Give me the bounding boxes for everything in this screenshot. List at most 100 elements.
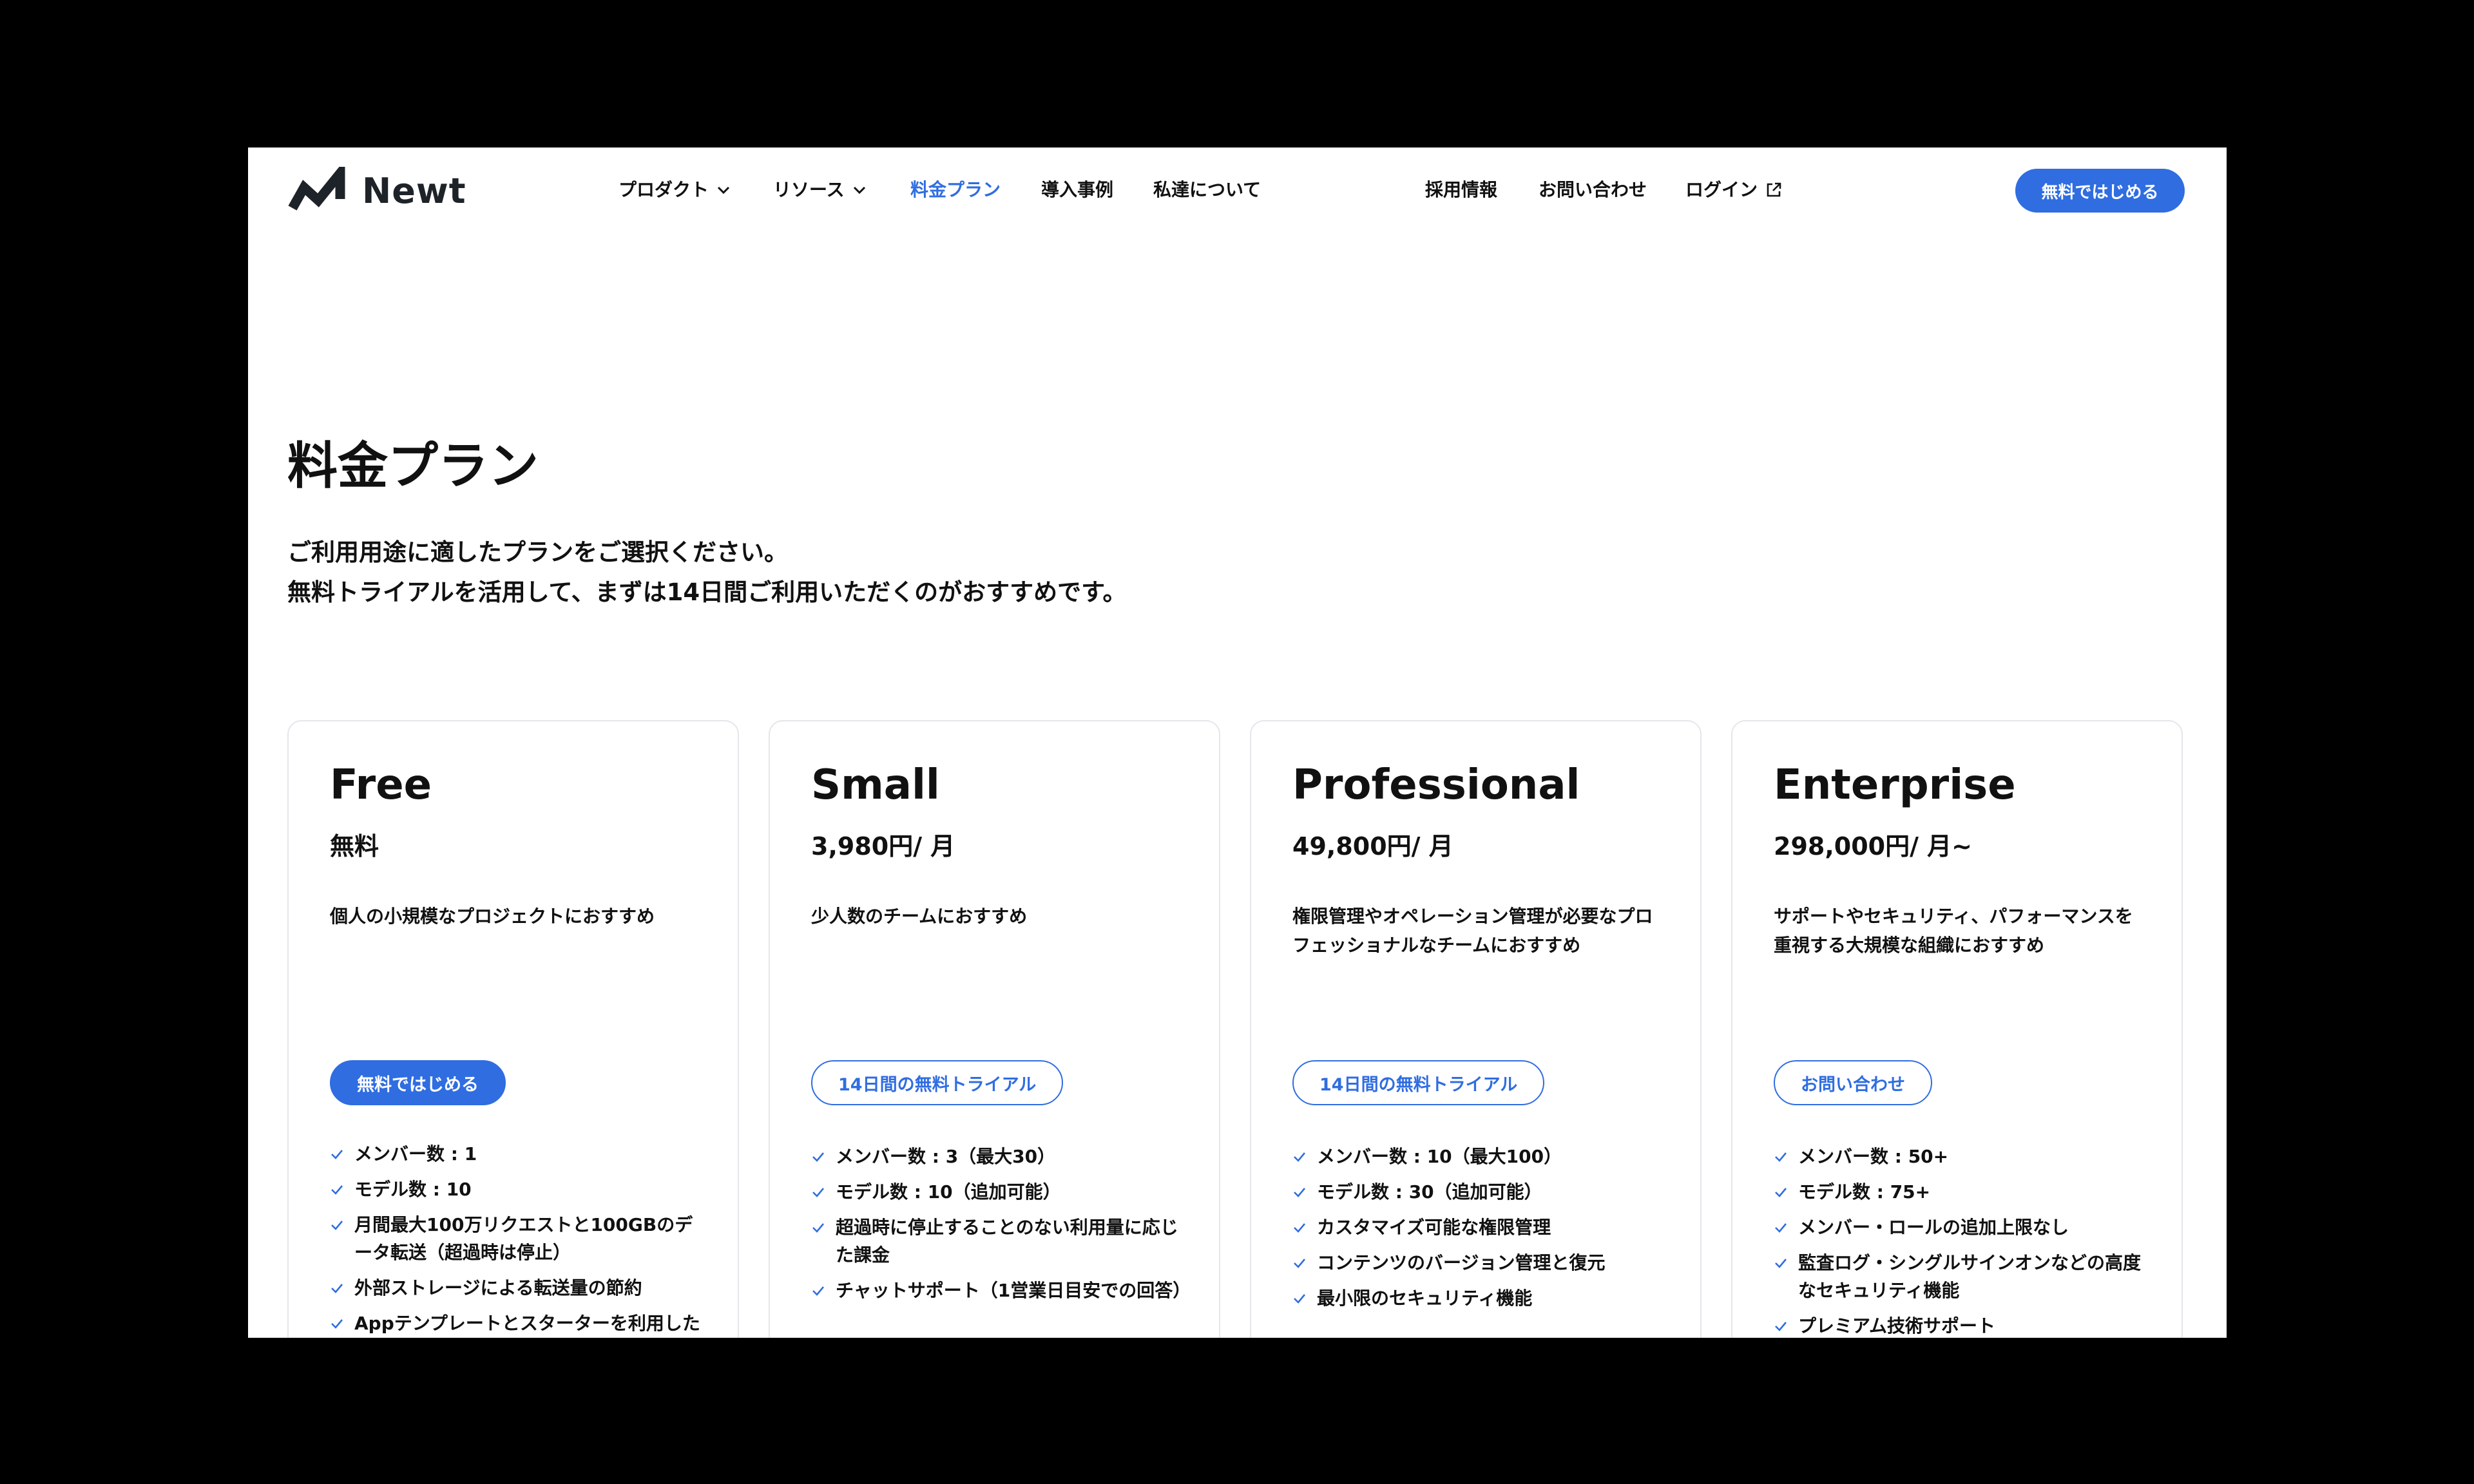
feature-text: モデル数 : 30（追加可能）	[1317, 1181, 1542, 1203]
feature-list: メンバー数 : 10（最大100） モデル数 : 30（追加可能） カスタマイズ…	[1292, 1143, 1673, 1320]
plan-price: 49,800円/ 月	[1292, 832, 1453, 861]
plan-price: 無料	[330, 832, 379, 861]
feature-item: チャットサポート（1営業日目安での回答）	[811, 1277, 1191, 1304]
feature-item: メンバー・ロールの追加上限なし	[1774, 1213, 2154, 1241]
feature-item: 月間最大100万リクエストと100GBのデータ転送（超過時は停止）	[330, 1211, 710, 1266]
feature-item: モデル数 : 10	[330, 1175, 710, 1203]
nav-item-label: お問い合わせ	[1539, 179, 1647, 200]
feature-text: 最小限のセキュリティ機能	[1317, 1288, 1533, 1309]
plan-name: Professional	[1292, 761, 1580, 809]
nav-item-label: プロダクト	[618, 179, 709, 200]
feature-item: メンバー数 : 3（最大30）	[811, 1143, 1191, 1170]
feature-item: 監査ログ・シングルサインオンなどの高度なセキュリティ機能	[1774, 1249, 2154, 1304]
check-icon	[1775, 1188, 1787, 1197]
check-icon	[1775, 1223, 1787, 1233]
plan-name: Small	[811, 761, 940, 809]
check-icon	[1294, 1188, 1305, 1197]
feature-item: モデル数 : 75+	[1774, 1178, 2154, 1206]
external-link-icon	[1767, 182, 1781, 197]
feature-list: メンバー数 : 1 モデル数 : 10 月間最大100万リクエストと100GBの…	[330, 1140, 710, 1338]
feature-list: メンバー数 : 50+ モデル数 : 75+ メンバー・ロールの追加上限なし 監…	[1774, 1143, 2154, 1338]
check-icon	[812, 1188, 824, 1197]
page-title: 料金プラン	[287, 437, 539, 495]
nav-item-label: 私達について	[1153, 179, 1261, 200]
feature-item: メンバー数 : 50+	[1774, 1143, 2154, 1170]
feature-text: 月間最大100万リクエストと100GBのデータ転送（超過時は停止）	[354, 1214, 693, 1263]
feature-text: モデル数 : 10	[354, 1179, 472, 1200]
plan-price: 3,980円/ 月	[811, 832, 955, 861]
plan-card-professional: Professional 49,800円/ 月 権限管理やオペレーション管理が必…	[1250, 720, 1702, 1338]
nav-item-product[interactable]: プロダクト	[618, 176, 731, 204]
feature-item: コンテンツのバージョン管理と復元	[1292, 1249, 1673, 1277]
intro-text: ご利用用途に適したプランをご選択ください。 無料トライアルを活用して、まずは14…	[287, 533, 1126, 613]
nav-item-careers[interactable]: 採用情報	[1425, 176, 1497, 204]
start-free-button[interactable]: 無料ではじめる	[330, 1060, 506, 1105]
nav-item-label: 料金プラン	[910, 179, 1001, 200]
nav-item-case-studies[interactable]: 導入事例	[1041, 176, 1113, 204]
check-icon	[331, 1185, 343, 1195]
check-icon	[331, 1284, 343, 1293]
check-icon	[812, 1286, 824, 1296]
feature-item: 超過時に停止することのない利用量に応じた課金	[811, 1213, 1191, 1269]
feature-text: モデル数 : 10（追加可能）	[836, 1181, 1061, 1203]
nav-item-contact[interactable]: お問い合わせ	[1539, 176, 1647, 204]
chevron-down-icon	[853, 186, 865, 195]
plan-description: 権限管理やオペレーション管理が必要なプロフェッショナルなチームにおすすめ	[1292, 906, 1653, 956]
feature-text: 超過時に停止することのない利用量に応じた課金	[836, 1217, 1178, 1266]
check-icon	[1775, 1322, 1787, 1331]
intro-line: 無料トライアルを活用して、まずは14日間ご利用いただくのがおすすめです。	[287, 578, 1127, 606]
nav-item-label: リソース	[773, 179, 845, 200]
feature-text: メンバー・ロールの追加上限なし	[1798, 1217, 2069, 1238]
newt-logo-icon	[288, 167, 345, 211]
check-icon	[331, 1221, 343, 1230]
nav-item-label: 採用情報	[1425, 179, 1498, 200]
plan-card-small: Small 3,980円/ 月 少人数のチームにおすすめ 14日間の無料トライア…	[769, 720, 1220, 1338]
nav-item-label: 導入事例	[1041, 179, 1114, 200]
check-icon	[1775, 1259, 1787, 1268]
feature-item: メンバー数 : 1	[330, 1140, 710, 1168]
feature-text: モデル数 : 75+	[1798, 1181, 1931, 1203]
plan-description: 個人の小規模なプロジェクトにおすすめ	[330, 906, 655, 927]
check-icon	[1294, 1259, 1305, 1268]
feature-text: メンバー数 : 50+	[1798, 1146, 1949, 1167]
free-trial-button[interactable]: 14日間の無料トライアル	[811, 1060, 1064, 1105]
check-icon	[1294, 1223, 1305, 1233]
feature-item: メンバー数 : 10（最大100）	[1292, 1143, 1673, 1170]
nav-item-login[interactable]: ログイン	[1685, 176, 1782, 204]
feature-text: チャットサポート（1営業日目安での回答）	[836, 1280, 1191, 1301]
plan-name: Free	[330, 761, 432, 809]
feature-item: 最小限のセキュリティ機能	[1292, 1284, 1673, 1312]
newt-logo[interactable]: Newt	[287, 166, 466, 216]
logo-text: Newt	[362, 170, 466, 211]
contact-button[interactable]: お問い合わせ	[1774, 1060, 1932, 1105]
check-icon	[812, 1223, 824, 1233]
feature-item: モデル数 : 30（追加可能）	[1292, 1178, 1673, 1206]
feature-item: 外部ストレージによる転送量の節約	[330, 1274, 710, 1302]
check-icon	[1294, 1294, 1305, 1304]
check-icon	[1775, 1152, 1787, 1162]
nav-item-resources[interactable]: リソース	[773, 176, 867, 204]
intro-line: ご利用用途に適したプランをご選択ください。	[287, 538, 788, 566]
nav-item-label: ログイン	[1685, 179, 1758, 200]
feature-item: Appテンプレートとスターターを利用した	[330, 1309, 710, 1337]
free-trial-button[interactable]: 14日間の無料トライアル	[1292, 1060, 1545, 1105]
check-icon	[331, 1150, 343, 1159]
feature-item: モデル数 : 10（追加可能）	[811, 1178, 1191, 1206]
plan-card-enterprise: Enterprise 298,000円/ 月~ サポートやセキュリティ、パフォー…	[1731, 720, 2183, 1338]
feature-list: メンバー数 : 3（最大30） モデル数 : 10（追加可能） 超過時に停止する…	[811, 1143, 1191, 1312]
check-icon	[1294, 1152, 1305, 1162]
feature-text: カスタマイズ可能な権限管理	[1317, 1217, 1551, 1238]
chevron-down-icon	[717, 186, 730, 195]
plan-description: サポートやセキュリティ、パフォーマンスを重視する大規模な組織におすすめ	[1774, 906, 2133, 956]
plan-card-free: Free 無料 個人の小規模なプロジェクトにおすすめ 無料ではじめる メンバー数…	[287, 720, 739, 1338]
feature-item: カスタマイズ可能な権限管理	[1292, 1213, 1673, 1241]
plan-price: 298,000円/ 月~	[1774, 832, 1973, 861]
header-start-free-button[interactable]: 無料ではじめる	[2015, 169, 2185, 213]
check-icon	[331, 1319, 343, 1329]
nav-item-about[interactable]: 私達について	[1153, 176, 1261, 204]
feature-text: 監査ログ・シングルサインオンなどの高度なセキュリティ機能	[1798, 1252, 2142, 1301]
check-icon	[812, 1152, 824, 1162]
feature-text: メンバー数 : 10（最大100）	[1317, 1146, 1562, 1167]
nav-item-pricing[interactable]: 料金プラン	[910, 176, 1001, 204]
feature-text: メンバー数 : 3（最大30）	[836, 1146, 1056, 1167]
